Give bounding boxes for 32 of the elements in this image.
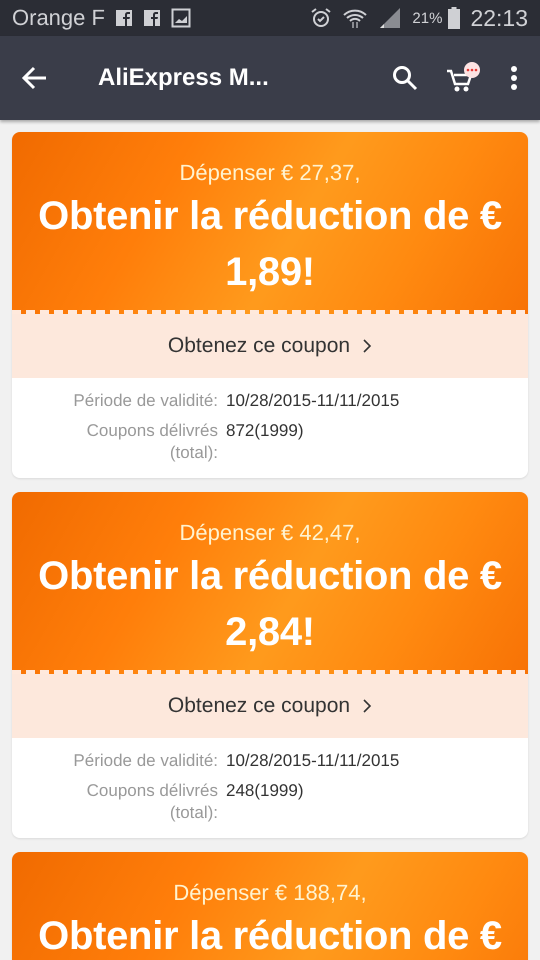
battery-icon	[448, 7, 460, 29]
back-arrow-icon	[22, 66, 48, 90]
battery-percent: 21%	[412, 10, 442, 26]
clock: 22:13	[470, 4, 528, 32]
discount-text: Obtenir la réduction de € 2,84!	[37, 553, 503, 656]
image-icon	[170, 8, 191, 28]
wifi-icon	[342, 7, 368, 29]
page-title: AliExpress M...	[97, 64, 270, 92]
discount-text: Obtenir la réduction de € 1,89!	[37, 193, 503, 296]
get-coupon-button[interactable]: Obtenez ce coupon	[12, 674, 528, 738]
detail-value: 872(1999)	[226, 420, 304, 442]
detail-label: Coupons délivrés (total):	[86, 780, 218, 824]
chevron-icon	[362, 338, 372, 354]
chevron-icon	[362, 698, 372, 714]
detail-value: 10/28/2015-11/11/2015	[226, 390, 400, 412]
detail-label: Période de validité:	[72, 750, 218, 772]
discount-text: Obtenir la réduction de €	[38, 913, 502, 960]
alarm-icon	[310, 7, 332, 29]
detail-value: 248(1999)	[226, 780, 304, 802]
more-icon	[510, 65, 518, 91]
spend-text: Dépenser € 188,74,	[173, 880, 367, 906]
detail-label: Période de validité:	[72, 390, 218, 412]
spend-text: Dépenser € 27,37,	[179, 160, 361, 186]
carrier-name: Orange F	[12, 5, 105, 31]
detail-label: Coupons délivrés (total):	[86, 420, 218, 464]
detail-value: 10/28/2015-11/11/2015	[226, 750, 400, 772]
notification-icon	[114, 9, 133, 27]
spend-text: Dépenser € 42,47,	[179, 520, 361, 546]
signal-icon	[378, 7, 402, 29]
get-coupon-button[interactable]: Obtenez ce coupon	[12, 314, 528, 378]
search-icon	[392, 65, 418, 91]
notification-icon	[142, 9, 161, 27]
